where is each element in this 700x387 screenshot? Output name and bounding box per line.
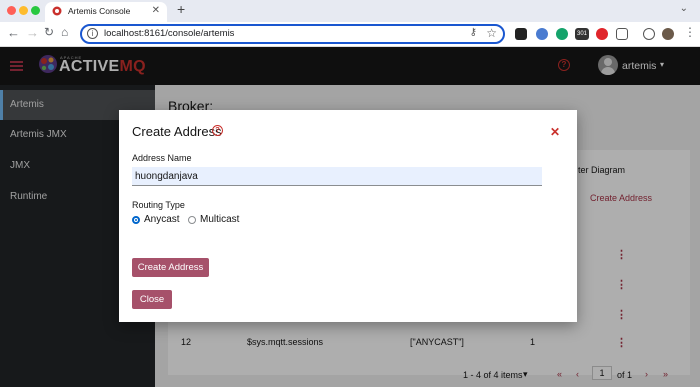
reload-icon[interactable]: ↻ <box>44 25 54 39</box>
anycast-label[interactable]: Anycast <box>144 214 180 225</box>
multicast-label[interactable]: Multicast <box>200 214 239 225</box>
puzzle-extension-icon[interactable] <box>616 28 628 40</box>
create-address-modal: Create Address ? ✕ Address Name Routing … <box>119 110 577 322</box>
forward-icon[interactable]: → <box>26 25 39 40</box>
browser-tab[interactable]: Artemis Console ✕ <box>45 2 167 22</box>
multicast-radio[interactable] <box>188 216 196 224</box>
tab-search-chevron-icon[interactable]: ⌄ <box>680 3 688 14</box>
routing-type-label: Routing Type <box>132 200 185 210</box>
browser-toolbar: ← → ⌂ ↻ i localhost:8161/console/artemis… <box>0 22 700 47</box>
counter-extension-icon[interactable]: 301 <box>575 28 589 40</box>
url-text[interactable]: localhost:8161/console/artemis <box>104 28 234 39</box>
pen-extension-icon[interactable] <box>515 28 527 40</box>
modal-title: Create Address <box>132 124 222 139</box>
close-tab-icon[interactable]: ✕ <box>152 5 160 16</box>
help-icon[interactable]: ? <box>212 125 223 136</box>
browser-tab-bar: Artemis Console ✕ + ⌄ <box>0 0 700 22</box>
anycast-radio[interactable] <box>132 216 140 224</box>
minimize-window-button[interactable] <box>19 6 28 15</box>
address-bar[interactable]: i localhost:8161/console/artemis ⚷ ☆ <box>80 24 505 44</box>
sync-icon[interactable] <box>643 28 655 40</box>
create-address-button[interactable]: Create Address <box>132 258 209 277</box>
new-tab-button[interactable]: + <box>177 1 185 17</box>
extension-icon[interactable] <box>536 28 548 40</box>
artemis-favicon-icon <box>52 6 62 16</box>
back-icon[interactable]: ← <box>7 25 20 40</box>
opera-extension-icon[interactable] <box>596 28 608 40</box>
password-key-icon[interactable]: ⚷ <box>470 27 477 38</box>
bookmark-star-icon[interactable]: ☆ <box>486 26 497 40</box>
profile-avatar-icon[interactable] <box>662 28 674 40</box>
maximize-window-button[interactable] <box>31 6 40 15</box>
address-name-label: Address Name <box>132 153 192 163</box>
close-button[interactable]: Close <box>132 290 172 309</box>
tab-title: Artemis Console <box>68 6 131 16</box>
site-info-icon[interactable]: i <box>87 28 98 39</box>
grammar-extension-icon[interactable] <box>556 28 568 40</box>
close-window-button[interactable] <box>7 6 16 15</box>
address-name-input[interactable] <box>132 167 542 186</box>
browser-menu-icon[interactable]: ⋮ <box>684 25 696 39</box>
home-icon[interactable]: ⌂ <box>61 25 68 39</box>
close-icon[interactable]: ✕ <box>550 125 560 139</box>
